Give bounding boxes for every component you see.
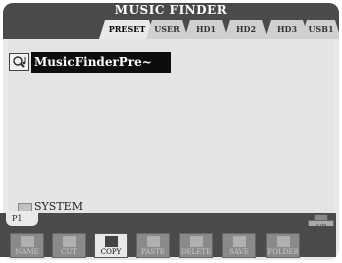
- folder-icon: [277, 236, 290, 247]
- selected-file-name[interactable]: MusicFinderPre~: [31, 52, 171, 73]
- folder-button[interactable]: FOLDER: [266, 233, 300, 258]
- copy-label: COPY: [100, 248, 122, 256]
- page-title: MUSIC FINDER: [3, 3, 339, 17]
- paste-label: PASTE: [141, 248, 165, 256]
- delete-button[interactable]: DELETE: [179, 233, 213, 258]
- cut-button[interactable]: CUT: [52, 233, 86, 258]
- tab-preset[interactable]: PRESET: [99, 20, 155, 39]
- trash-icon: [190, 236, 203, 247]
- folder-label: SYSTEM: [34, 200, 83, 213]
- cut-label: CUT: [61, 248, 77, 256]
- tab-hd1[interactable]: HD1: [184, 20, 228, 39]
- tab-user[interactable]: USER: [146, 20, 188, 39]
- name-button[interactable]: NAME: [10, 233, 44, 258]
- tab-hd2[interactable]: HD2: [224, 20, 268, 39]
- folder-label: FOLDER: [267, 248, 299, 256]
- paste-button[interactable]: PASTE: [136, 233, 170, 258]
- save-button[interactable]: SAVE: [222, 233, 256, 258]
- save-icon: [233, 236, 246, 247]
- name-icon: [21, 236, 34, 247]
- paste-icon: [147, 236, 160, 247]
- magnifier-note-icon[interactable]: [9, 53, 29, 71]
- tab-bar: PRESET USER HD1 HD2 HD3 USB1: [3, 17, 339, 39]
- copy-button[interactable]: COPY: [94, 233, 128, 258]
- save-label: SAVE: [229, 248, 249, 256]
- name-label: NAME: [15, 248, 39, 256]
- tab-usb1[interactable]: USB1: [301, 20, 339, 39]
- copy-icon: [105, 236, 118, 247]
- delete-label: DELETE: [180, 248, 212, 256]
- scissors-icon: [63, 236, 76, 247]
- page-tab-p1[interactable]: P1: [6, 211, 38, 226]
- page-strip: [0, 213, 336, 226]
